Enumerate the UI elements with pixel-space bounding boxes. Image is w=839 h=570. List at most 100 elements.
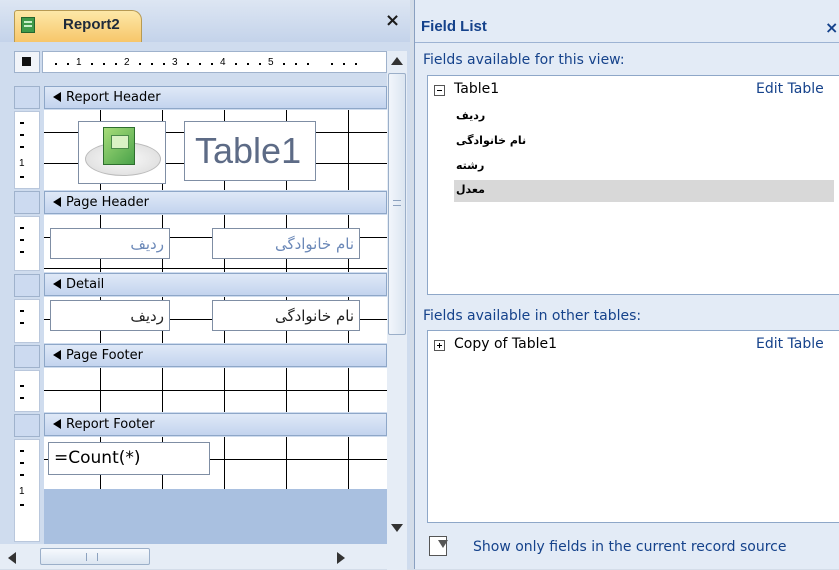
vruler-mark bbox=[20, 134, 24, 136]
band-report-footer[interactable]: Report Footer bbox=[44, 413, 387, 436]
report-title-control[interactable]: Table1 bbox=[184, 121, 316, 181]
scroll-right-icon[interactable] bbox=[337, 552, 345, 564]
ruler-dot bbox=[331, 63, 333, 65]
section-selector-detail[interactable] bbox=[14, 274, 40, 297]
band-report-header[interactable]: Report Header bbox=[44, 86, 387, 109]
vruler-mark bbox=[20, 474, 24, 476]
count-textbox[interactable]: =Count(*) bbox=[48, 442, 210, 475]
designer-empty-area bbox=[44, 489, 387, 544]
scroll-grip-icon bbox=[393, 200, 401, 206]
horizontal-scrollbar[interactable] bbox=[0, 544, 387, 569]
ruler-dot bbox=[91, 63, 93, 65]
section-selector-report-header[interactable] bbox=[14, 86, 40, 109]
title-divider bbox=[415, 42, 839, 43]
horizontal-ruler: 1 2 3 4 5 bbox=[42, 51, 387, 73]
page-footer-grid[interactable] bbox=[44, 368, 387, 412]
vruler-detail bbox=[14, 299, 40, 343]
scroll-grip-icon bbox=[86, 553, 98, 561]
close-field-list-button[interactable]: × bbox=[825, 18, 838, 37]
vruler-mark bbox=[20, 176, 24, 178]
vertical-ruler: 1 1 bbox=[14, 74, 40, 542]
ruler-dot bbox=[115, 63, 117, 65]
section-arrow-icon bbox=[53, 279, 61, 289]
filter-icon[interactable] bbox=[429, 536, 448, 556]
vruler-mark bbox=[20, 122, 24, 124]
expand-icon[interactable] bbox=[434, 340, 445, 351]
ruler-tick: 4 bbox=[220, 57, 226, 68]
this-view-label: Fields available for this view: bbox=[423, 52, 625, 68]
section-arrow-icon bbox=[53, 419, 61, 429]
vruler-report-footer: 1 bbox=[14, 439, 40, 542]
horizontal-scroll-thumb[interactable] bbox=[40, 548, 150, 565]
page-header-label-radif[interactable]: ردیف bbox=[50, 228, 170, 259]
section-arrow-icon bbox=[53, 197, 61, 207]
ruler-dot bbox=[307, 63, 309, 65]
ruler-dot bbox=[295, 63, 297, 65]
page-header-label-nam[interactable]: نام خانوادگی bbox=[212, 228, 360, 259]
table-name-copy-of-table1[interactable]: Copy of Table1 bbox=[454, 336, 557, 352]
section-arrow-icon bbox=[53, 350, 61, 360]
band-detail[interactable]: Detail bbox=[44, 273, 387, 296]
ruler-tick: 2 bbox=[124, 57, 130, 68]
report-icon bbox=[21, 17, 35, 33]
vruler-number: 1 bbox=[19, 486, 25, 497]
vertical-scrollbar[interactable] bbox=[387, 51, 407, 570]
field-item-selected[interactable]: معدل bbox=[454, 180, 834, 202]
logo-control[interactable] bbox=[78, 121, 166, 184]
ruler-dot bbox=[103, 63, 105, 65]
vruler-mark bbox=[20, 322, 24, 324]
report-selector-icon[interactable] bbox=[14, 51, 40, 73]
ruler-dot bbox=[355, 63, 357, 65]
section-selector-page-footer[interactable] bbox=[14, 345, 40, 368]
vruler-mark bbox=[20, 239, 24, 241]
band-label: Page Footer bbox=[66, 348, 143, 363]
field-item[interactable]: رشته bbox=[454, 156, 834, 178]
ruler-dot bbox=[283, 63, 285, 65]
scroll-left-icon[interactable] bbox=[8, 552, 16, 564]
band-label: Page Header bbox=[66, 195, 149, 210]
field-item[interactable]: نام خانوادگی bbox=[454, 131, 834, 153]
band-page-header[interactable]: Page Header bbox=[44, 191, 387, 214]
edit-table-link[interactable]: Edit Table bbox=[756, 336, 824, 352]
close-report-button[interactable]: × bbox=[385, 10, 400, 31]
scroll-up-icon[interactable] bbox=[391, 57, 403, 65]
ruler-dot bbox=[55, 63, 57, 65]
vruler-page-header bbox=[14, 216, 40, 271]
tab-report2[interactable]: Report2 bbox=[14, 10, 142, 42]
vruler-mark bbox=[20, 385, 24, 387]
ruler-tick: 3 bbox=[172, 57, 178, 68]
report-designer: Report2 × 1 2 3 4 5 1 1 Report Header Pa… bbox=[0, 0, 410, 570]
vruler-mark bbox=[20, 450, 24, 452]
section-selector-report-footer[interactable] bbox=[14, 414, 40, 437]
ruler-tick: 5 bbox=[268, 57, 274, 68]
section-selector-page-header[interactable] bbox=[14, 191, 40, 214]
edit-table-link[interactable]: Edit Table bbox=[756, 81, 824, 97]
detail-textbox-radif[interactable]: ردیف bbox=[50, 300, 170, 331]
show-only-fields-link[interactable]: Show only fields in the current record s… bbox=[473, 539, 787, 555]
ruler-dot bbox=[235, 63, 237, 65]
vruler-number: 1 bbox=[19, 158, 25, 169]
vruler-mark bbox=[20, 310, 24, 312]
band-page-footer[interactable]: Page Footer bbox=[44, 344, 387, 367]
field-list-title: Field List bbox=[421, 18, 487, 35]
other-tables-panel: Copy of Table1 Edit Table bbox=[427, 330, 839, 523]
vruler-mark bbox=[20, 251, 24, 253]
field-list-pane: Field List × Fields available for this v… bbox=[414, 0, 839, 569]
table-name-table1[interactable]: Table1 bbox=[454, 81, 499, 97]
field-item[interactable]: ردیف bbox=[454, 106, 834, 128]
ruler-dot bbox=[139, 63, 141, 65]
ruler-dot bbox=[163, 63, 165, 65]
detail-textbox-nam[interactable]: نام خانوادگی bbox=[212, 300, 360, 331]
ruler-dot bbox=[211, 63, 213, 65]
ruler-dot bbox=[67, 63, 69, 65]
vruler-mark bbox=[20, 227, 24, 229]
vruler-mark bbox=[20, 146, 24, 148]
band-label: Report Header bbox=[66, 90, 161, 105]
tab-label: Report2 bbox=[63, 16, 120, 33]
ruler-dot bbox=[187, 63, 189, 65]
vertical-scroll-thumb[interactable] bbox=[388, 73, 406, 335]
scroll-down-icon[interactable] bbox=[391, 524, 403, 532]
collapse-icon[interactable] bbox=[434, 85, 445, 96]
ruler-dot bbox=[259, 63, 261, 65]
vruler-mark bbox=[20, 504, 24, 506]
